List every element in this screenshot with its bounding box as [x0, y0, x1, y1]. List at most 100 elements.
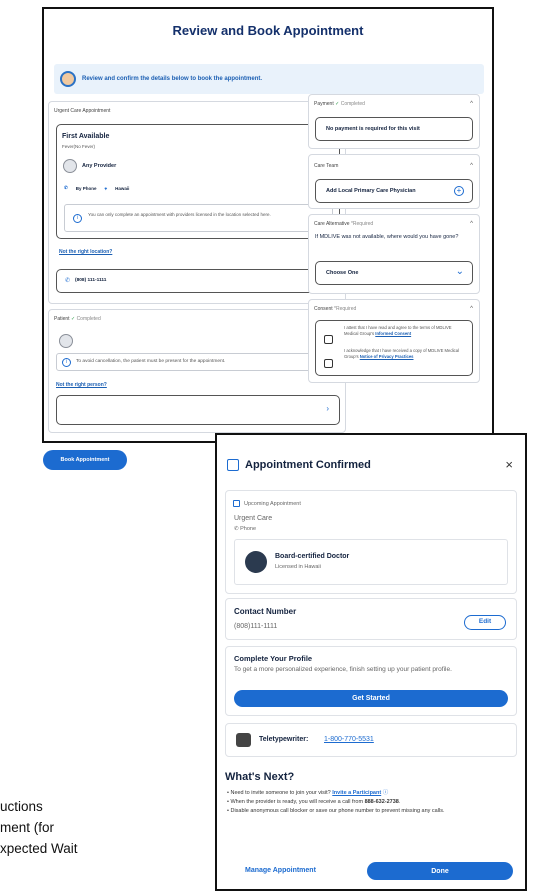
chevron-right-icon: ›	[326, 404, 329, 413]
collapse-chevron-icon[interactable]: ^	[470, 221, 473, 227]
add-pcp-label: Add Local Primary Care Physician	[326, 188, 416, 194]
doctor-avatar-icon	[60, 71, 76, 87]
location-pin-icon: ⌖	[104, 185, 108, 191]
bleed-line-3: xpected Wait	[0, 841, 78, 856]
presence-notice-text: To avoid cancellation, the patient must …	[76, 359, 226, 364]
page-title: Review and Book Appointment	[172, 23, 364, 38]
plus-icon: +	[454, 186, 464, 196]
doctor-card: Board-certified Doctor Licensed in Hawai…	[234, 539, 508, 585]
profile-text: To get a more personalized experience, f…	[234, 666, 452, 673]
appointment-confirmed-modal: Appointment Confirmed × Upcoming Appoint…	[215, 433, 527, 891]
collapse-chevron-icon[interactable]: ^	[470, 163, 473, 169]
upcoming-appointment-card: Upcoming Appointment Urgent Care ✆ Phone…	[225, 490, 517, 594]
close-icon[interactable]: ×	[505, 457, 513, 472]
list-item: • Need to invite someone to join your vi…	[227, 790, 389, 796]
collapse-chevron-icon[interactable]: ^	[470, 306, 473, 312]
patient-select-box[interactable]: ›	[56, 395, 340, 425]
tty-card: Teletypewriter: 1-800-770-5531	[225, 723, 517, 757]
by-phone-text: By Phone	[75, 185, 97, 191]
patient-card: Patient ✓ Completed ^ i To avoid cancell…	[48, 309, 346, 433]
care-alternative-card: Care Alternative *Required ^ If MDLIVE w…	[308, 214, 480, 294]
tty-number-link[interactable]: 1-800-770-5531	[324, 736, 374, 743]
location-text: Hawaii	[115, 185, 130, 191]
partial-background-text: uctions ment (for xpected Wait	[0, 796, 214, 859]
complete-profile-card: Complete Your Profile To get a more pers…	[225, 646, 517, 716]
manage-appointment-link[interactable]: Manage Appointment	[245, 867, 316, 874]
provider-avatar-icon	[63, 159, 77, 173]
review-book-panel: Review and Book Appointment Review and c…	[42, 7, 494, 443]
payment-message-box: No payment is required for this visit	[315, 117, 473, 141]
doctor-avatar-icon	[245, 551, 267, 573]
doctor-title: Board-certified Doctor	[275, 553, 350, 560]
care-team-label: Care Team	[314, 163, 339, 169]
add-pcp-button[interactable]: Add Local Primary Care Physician +	[315, 179, 473, 203]
privacy-notice-link[interactable]: Notice of Privacy Practices	[360, 354, 414, 359]
urgent-care-label: Urgent Care Appointment	[54, 108, 111, 114]
whats-next-list: • Need to invite someone to join your vi…	[227, 789, 517, 816]
notice-text: You can only complete an appointment wit…	[88, 212, 271, 217]
presence-notice: i To avoid cancellation, the patient mus…	[56, 353, 340, 371]
care-alt-label: Care Alternative *Required	[314, 221, 374, 227]
consent-box: I attest that I have read and agree to t…	[315, 320, 473, 376]
patient-label: Patient ✓ Completed	[54, 316, 101, 322]
calendar-icon	[227, 459, 239, 471]
visit-mode-row: ✆ By Phone ⌖ Hawaii	[64, 185, 129, 191]
tty-label: Teletypewriter:	[259, 736, 309, 743]
location-notice: i You can only complete an appointment w…	[64, 204, 333, 232]
modal-title: Appointment Confirmed	[245, 459, 371, 471]
patient-avatar-icon	[59, 334, 73, 348]
care-team-card: Care Team ^ Add Local Primary Care Physi…	[308, 154, 480, 209]
chevron-down-icon: ⌄	[455, 266, 464, 277]
payment-label: Payment ✓ Completed	[314, 101, 365, 107]
edit-contact-button[interactable]: Edit	[464, 615, 506, 630]
payment-card: Payment ✓ Completed ^ No payment is requ…	[308, 94, 480, 149]
first-available-box: First Available Fever(No Fever) Any Prov…	[56, 124, 340, 239]
info-icon: i	[73, 214, 82, 223]
provider-row[interactable]: Any Provider	[63, 159, 116, 173]
contact-number: (808)111-1111	[234, 623, 278, 630]
payment-message: No payment is required for this visit	[326, 126, 420, 132]
phone-icon: ✆	[64, 185, 68, 190]
whats-next-heading: What's Next?	[225, 771, 295, 783]
contact-number-card: Contact Number (808)111-1111 Edit	[225, 598, 517, 640]
phone-icon: ✆	[65, 278, 71, 284]
urgent-care-card: Urgent Care Appointment ^ First Availabl…	[48, 101, 346, 304]
get-started-button[interactable]: Get Started	[234, 690, 508, 707]
choose-one-value: Choose One	[326, 270, 359, 276]
consent-card: Consent *Required ^ I attest that I have…	[308, 299, 480, 383]
info-icon: ⓘ	[382, 790, 389, 796]
invite-participant-link[interactable]: Invite a Participant	[332, 790, 381, 796]
banner-text: Review and confirm the details below to …	[82, 76, 263, 82]
bleed-line-1: uctions	[0, 799, 43, 814]
first-available-label: First Available	[62, 133, 110, 140]
informed-consent-checkbox[interactable]	[324, 335, 333, 344]
profile-title: Complete Your Profile	[234, 654, 313, 663]
list-item: • Disable anonymous call blocker or save…	[227, 808, 445, 814]
contact-label: Contact Number	[234, 607, 297, 616]
book-appointment-button[interactable]: Book Appointment	[43, 450, 127, 470]
consent-label: Consent *Required	[314, 306, 357, 312]
appointment-mode: ✆ Phone	[234, 526, 257, 532]
phone-box: ✆ (808) 111-1111 Edit	[56, 269, 340, 293]
bleed-line-2: ment (for	[0, 820, 55, 835]
appointment-type: Urgent Care	[234, 515, 273, 522]
privacy-notice-checkbox[interactable]	[324, 359, 333, 368]
care-alt-select[interactable]: Choose One ⌄	[315, 261, 473, 285]
list-item: • When the provider is ready, you will r…	[227, 799, 401, 805]
upcoming-row: Upcoming Appointment	[233, 500, 301, 507]
doctor-license: Licensed in Hawaii	[275, 564, 321, 570]
informed-consent-link[interactable]: Informed Consent	[375, 331, 411, 336]
upcoming-label: Upcoming Appointment	[244, 500, 301, 507]
phone-number: (808) 111-1111	[75, 278, 107, 283]
provider-name: Any Provider	[82, 163, 117, 169]
reason-text: Fever(No Fever)	[62, 144, 96, 149]
consent-item-1: I attest that I have read and agree to t…	[344, 325, 452, 336]
info-icon: i	[62, 358, 71, 367]
care-alt-question: If MDLIVE was not available, where would…	[315, 234, 459, 240]
not-right-person-link[interactable]: Not the right person?	[56, 382, 107, 388]
info-banner: Review and confirm the details below to …	[54, 64, 484, 94]
done-button[interactable]: Done	[367, 862, 513, 880]
not-right-location-link[interactable]: Not the right location?	[59, 249, 112, 255]
consent-item-2: I acknowledge that I have received a cop…	[344, 348, 459, 359]
collapse-chevron-icon[interactable]: ^	[470, 101, 473, 107]
